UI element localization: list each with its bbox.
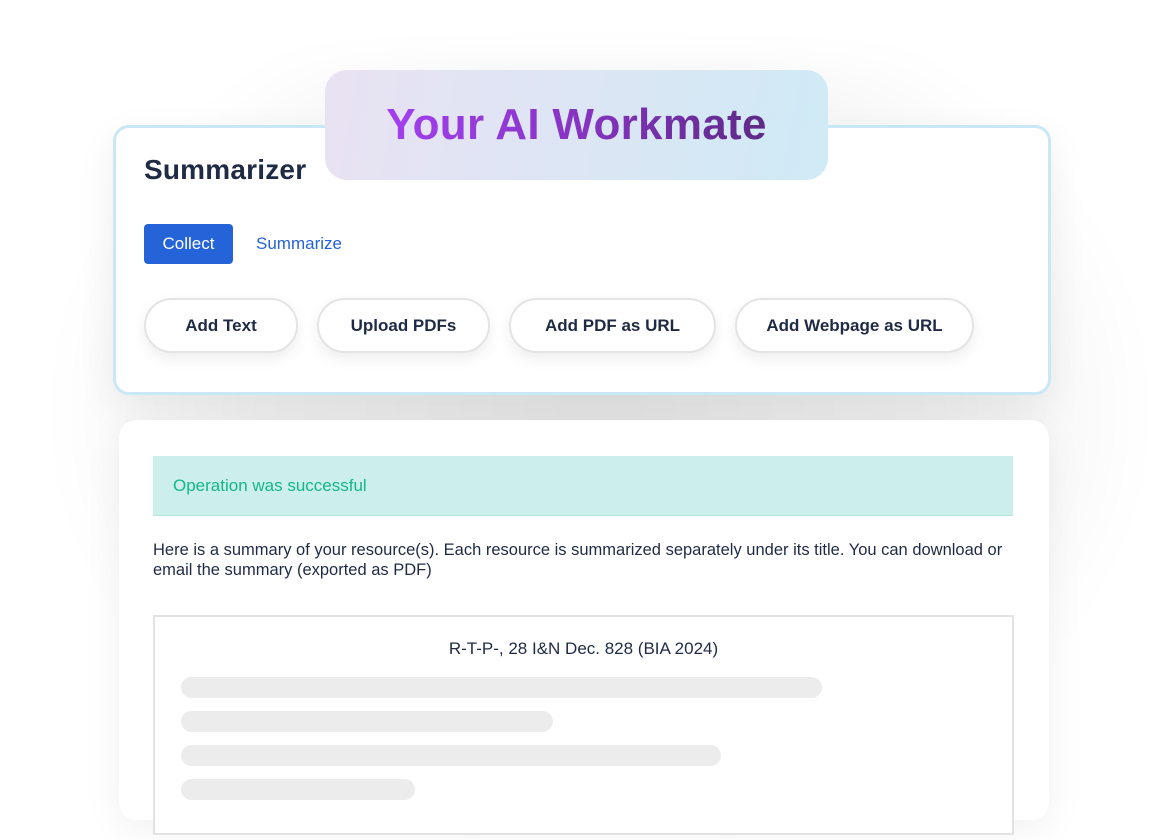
summary-placeholder-line	[181, 677, 822, 698]
add-pdf-url-button[interactable]: Add PDF as URL	[509, 298, 716, 353]
tab-summarize[interactable]: Summarize	[246, 224, 352, 264]
resource-title: R-T-P-, 28 I&N Dec. 828 (BIA 2024)	[448, 639, 719, 658]
success-alert: Operation was successful	[153, 456, 1013, 516]
upload-pdfs-button[interactable]: Upload PDFs	[317, 298, 490, 353]
add-text-button[interactable]: Add Text	[144, 298, 298, 353]
workmate-badge: Your AI Workmate	[325, 70, 828, 180]
app-title: Summarizer	[144, 154, 307, 185]
summary-placeholder-line	[181, 745, 721, 766]
add-webpage-url-button[interactable]: Add Webpage as URL	[735, 298, 974, 353]
badge-text: Your AI Workmate	[386, 100, 767, 149]
success-alert-text: Operation was successful	[173, 475, 367, 495]
summary-placeholder-line	[181, 779, 415, 800]
tab-collect[interactable]: Collect	[144, 224, 233, 264]
summary-intro: Here is a summary of your resource(s). E…	[153, 541, 1003, 579]
summary-placeholder-line	[181, 711, 553, 732]
